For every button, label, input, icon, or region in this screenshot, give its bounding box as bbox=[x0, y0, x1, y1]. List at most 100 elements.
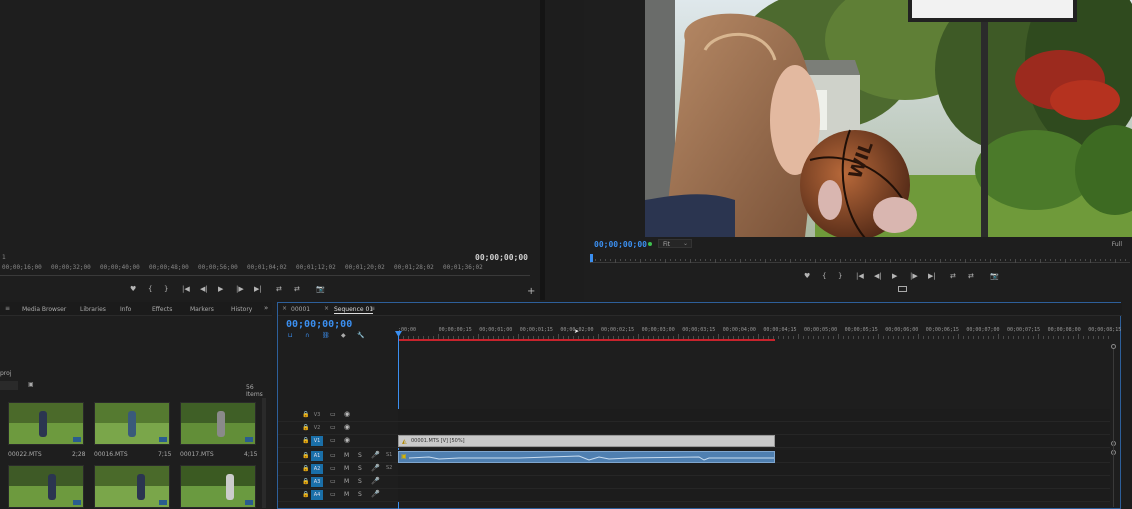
timeline-scrollbar[interactable] bbox=[1113, 349, 1114, 507]
tab-sequence-01[interactable]: Sequence 01 bbox=[334, 306, 374, 314]
track-target[interactable]: V3 bbox=[311, 410, 323, 420]
mark-out-icon[interactable]: } bbox=[164, 285, 168, 293]
clip-thumbnail[interactable] bbox=[94, 465, 170, 508]
go-to-in-icon[interactable]: |◀ bbox=[856, 272, 864, 280]
go-to-in-icon[interactable]: |◀ bbox=[182, 285, 190, 293]
work-area-bar[interactable] bbox=[398, 339, 775, 341]
wrench-icon[interactable]: 🔧 bbox=[357, 332, 364, 339]
eye-icon[interactable]: ◉ bbox=[344, 436, 350, 444]
solo-button[interactable]: S bbox=[358, 491, 362, 498]
tab-info[interactable]: Info bbox=[120, 306, 131, 313]
tab-overflow-icon[interactable]: » bbox=[264, 304, 268, 312]
tab-history[interactable]: History bbox=[231, 306, 252, 313]
snap-icon[interactable]: ∩ bbox=[305, 332, 309, 339]
safe-margins-icon[interactable] bbox=[898, 286, 907, 292]
microphone-icon[interactable]: 🎤 bbox=[371, 490, 380, 498]
lock-icon[interactable]: 🔒 bbox=[302, 478, 309, 485]
clip-thumbnail[interactable] bbox=[8, 402, 84, 445]
nest-icon[interactable]: ⊔ bbox=[288, 332, 293, 339]
step-forward-icon[interactable]: |▶ bbox=[236, 285, 244, 293]
tab-effects[interactable]: Effects bbox=[152, 306, 172, 313]
lock-icon[interactable]: 🔒 bbox=[302, 424, 309, 431]
microphone-icon[interactable]: 🎤 bbox=[371, 464, 380, 472]
sync-lock-icon[interactable]: ▭ bbox=[330, 478, 336, 485]
lock-icon[interactable]: 🔒 bbox=[302, 465, 309, 472]
audio-clip[interactable]: ▣ bbox=[398, 451, 775, 463]
mute-button[interactable]: M bbox=[344, 491, 349, 498]
close-icon[interactable]: × bbox=[324, 305, 329, 312]
lock-icon[interactable]: 🔒 bbox=[302, 491, 309, 498]
tab-libraries[interactable]: Libraries bbox=[80, 306, 106, 313]
step-back-icon[interactable]: ◀| bbox=[200, 285, 208, 293]
track-target[interactable]: V1 bbox=[311, 436, 323, 446]
source-ruler[interactable]: 00;00;16;00 00;00;32;00 00;00;40;00 00;00;4… bbox=[0, 264, 535, 278]
insert-icon[interactable]: ⇄ bbox=[950, 272, 956, 280]
project-scrollbar[interactable] bbox=[262, 398, 266, 508]
insert-icon[interactable]: ⇄ bbox=[276, 285, 282, 293]
sync-lock-icon[interactable]: ▭ bbox=[330, 411, 336, 418]
solo-button[interactable]: S bbox=[358, 465, 362, 472]
heart-icon[interactable]: ♥ bbox=[130, 285, 136, 293]
step-forward-icon[interactable]: |▶ bbox=[910, 272, 918, 280]
track-target[interactable]: A2 bbox=[311, 464, 323, 474]
program-video-frame[interactable]: WIL bbox=[645, 0, 1132, 237]
project-search-input[interactable] bbox=[0, 381, 18, 390]
linked-selection-icon[interactable]: ⛓ bbox=[322, 332, 330, 339]
solo-button[interactable]: S bbox=[358, 478, 362, 485]
fit-dropdown[interactable]: Fit ⌄ bbox=[658, 239, 692, 248]
playhead-marker[interactable] bbox=[590, 254, 593, 262]
sync-lock-icon[interactable]: ▭ bbox=[330, 452, 336, 459]
heart-icon[interactable]: ♥ bbox=[804, 272, 810, 280]
microphone-icon[interactable]: 🎤 bbox=[371, 477, 380, 485]
resolution-label[interactable]: Full bbox=[1112, 241, 1122, 248]
marker-icon[interactable]: ◆ bbox=[341, 332, 346, 339]
clip-thumbnail[interactable] bbox=[180, 402, 256, 445]
mark-out-icon[interactable]: } bbox=[838, 272, 842, 280]
track-target[interactable]: V2 bbox=[311, 423, 323, 433]
mute-button[interactable]: M bbox=[344, 465, 349, 472]
add-button[interactable]: + bbox=[527, 286, 535, 297]
close-icon[interactable]: × bbox=[282, 305, 287, 312]
mark-in-icon[interactable]: { bbox=[148, 285, 152, 293]
step-back-icon[interactable]: ◀| bbox=[874, 272, 882, 280]
track-target[interactable]: A1 bbox=[311, 451, 323, 461]
clip-thumbnail[interactable] bbox=[94, 402, 170, 445]
eye-icon[interactable]: ◉ bbox=[344, 423, 350, 431]
track-target[interactable]: A4 bbox=[311, 490, 323, 500]
mark-in-icon[interactable]: { bbox=[822, 272, 826, 280]
lock-icon[interactable]: 🔒 bbox=[302, 437, 309, 444]
lock-icon[interactable]: 🔒 bbox=[302, 411, 309, 418]
panel-divider-vertical[interactable] bbox=[540, 0, 545, 300]
overwrite-icon[interactable]: ⇄ bbox=[968, 272, 974, 280]
menu-icon[interactable]: ≡ bbox=[370, 305, 375, 312]
sync-lock-icon[interactable]: ▭ bbox=[330, 437, 336, 444]
clip-thumbnail[interactable] bbox=[180, 465, 256, 508]
video-clip[interactable]: ◭ 00001.MTS [V] [50%] bbox=[398, 435, 775, 447]
overwrite-icon[interactable]: ⇄ bbox=[294, 285, 300, 293]
program-timecode[interactable]: 00;00;00;00 bbox=[594, 240, 647, 249]
tab-media-browser[interactable]: Media Browser bbox=[22, 306, 66, 313]
folder-icon[interactable]: ▣ bbox=[28, 381, 34, 388]
menu-icon[interactable]: ≡ bbox=[5, 305, 10, 312]
solo-button[interactable]: S bbox=[358, 452, 362, 459]
mute-button[interactable]: M bbox=[344, 452, 349, 459]
eye-icon[interactable]: ◉ bbox=[344, 410, 350, 418]
timeline-timecode[interactable]: 00;00;00;00 bbox=[286, 319, 352, 330]
camera-icon[interactable]: 📷 bbox=[316, 285, 325, 293]
play-icon[interactable]: ▶ bbox=[892, 272, 897, 280]
microphone-icon[interactable]: 🎤 bbox=[371, 451, 380, 459]
go-to-out-icon[interactable]: ▶| bbox=[928, 272, 936, 280]
sync-lock-icon[interactable]: ▭ bbox=[330, 491, 336, 498]
mute-button[interactable]: M bbox=[344, 478, 349, 485]
sync-lock-icon[interactable]: ▭ bbox=[330, 424, 336, 431]
track-target[interactable]: A3 bbox=[311, 477, 323, 487]
program-ruler[interactable] bbox=[590, 254, 1130, 266]
sync-lock-icon[interactable]: ▭ bbox=[330, 465, 336, 472]
clip-thumbnail[interactable] bbox=[8, 465, 84, 508]
play-icon[interactable]: ▶ bbox=[218, 285, 223, 293]
camera-icon[interactable]: 📷 bbox=[990, 272, 999, 280]
tab-sequence-00001[interactable]: 00001 bbox=[291, 306, 310, 313]
tab-markers[interactable]: Markers bbox=[190, 306, 214, 313]
lock-icon[interactable]: 🔒 bbox=[302, 452, 309, 459]
go-to-out-icon[interactable]: ▶| bbox=[254, 285, 262, 293]
